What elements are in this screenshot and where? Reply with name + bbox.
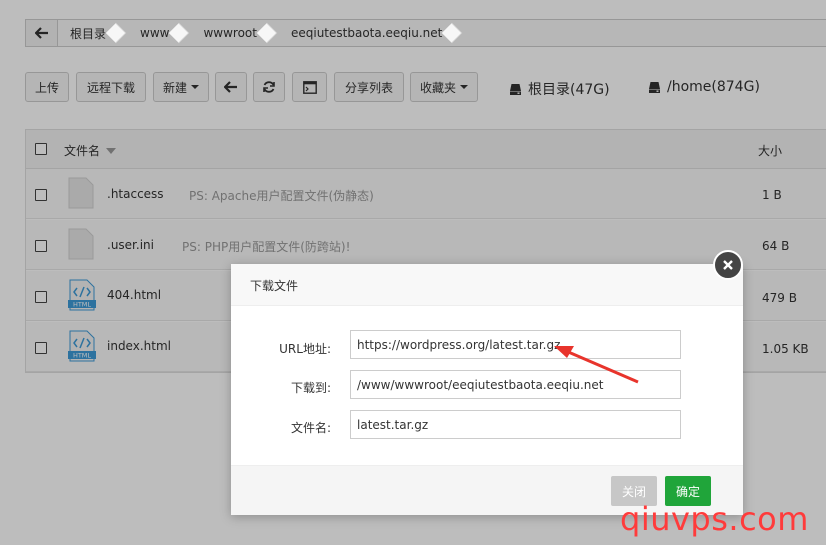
- download-to-label: 下载到:: [290, 381, 331, 395]
- filename-input[interactable]: [350, 410, 681, 439]
- watermark: qiuvps.com: [620, 500, 809, 538]
- dialog-close-icon-button[interactable]: [713, 250, 743, 280]
- url-label: URL地址:: [279, 342, 331, 356]
- download-file-dialog: 下载文件 URL地址: 下载到: 文件名: 关闭 确定: [231, 264, 743, 515]
- filename-label: 文件名:: [290, 421, 331, 435]
- dialog-title: 下载文件: [231, 264, 743, 306]
- annotation-arrow-icon: [554, 346, 639, 384]
- close-icon: [723, 260, 733, 270]
